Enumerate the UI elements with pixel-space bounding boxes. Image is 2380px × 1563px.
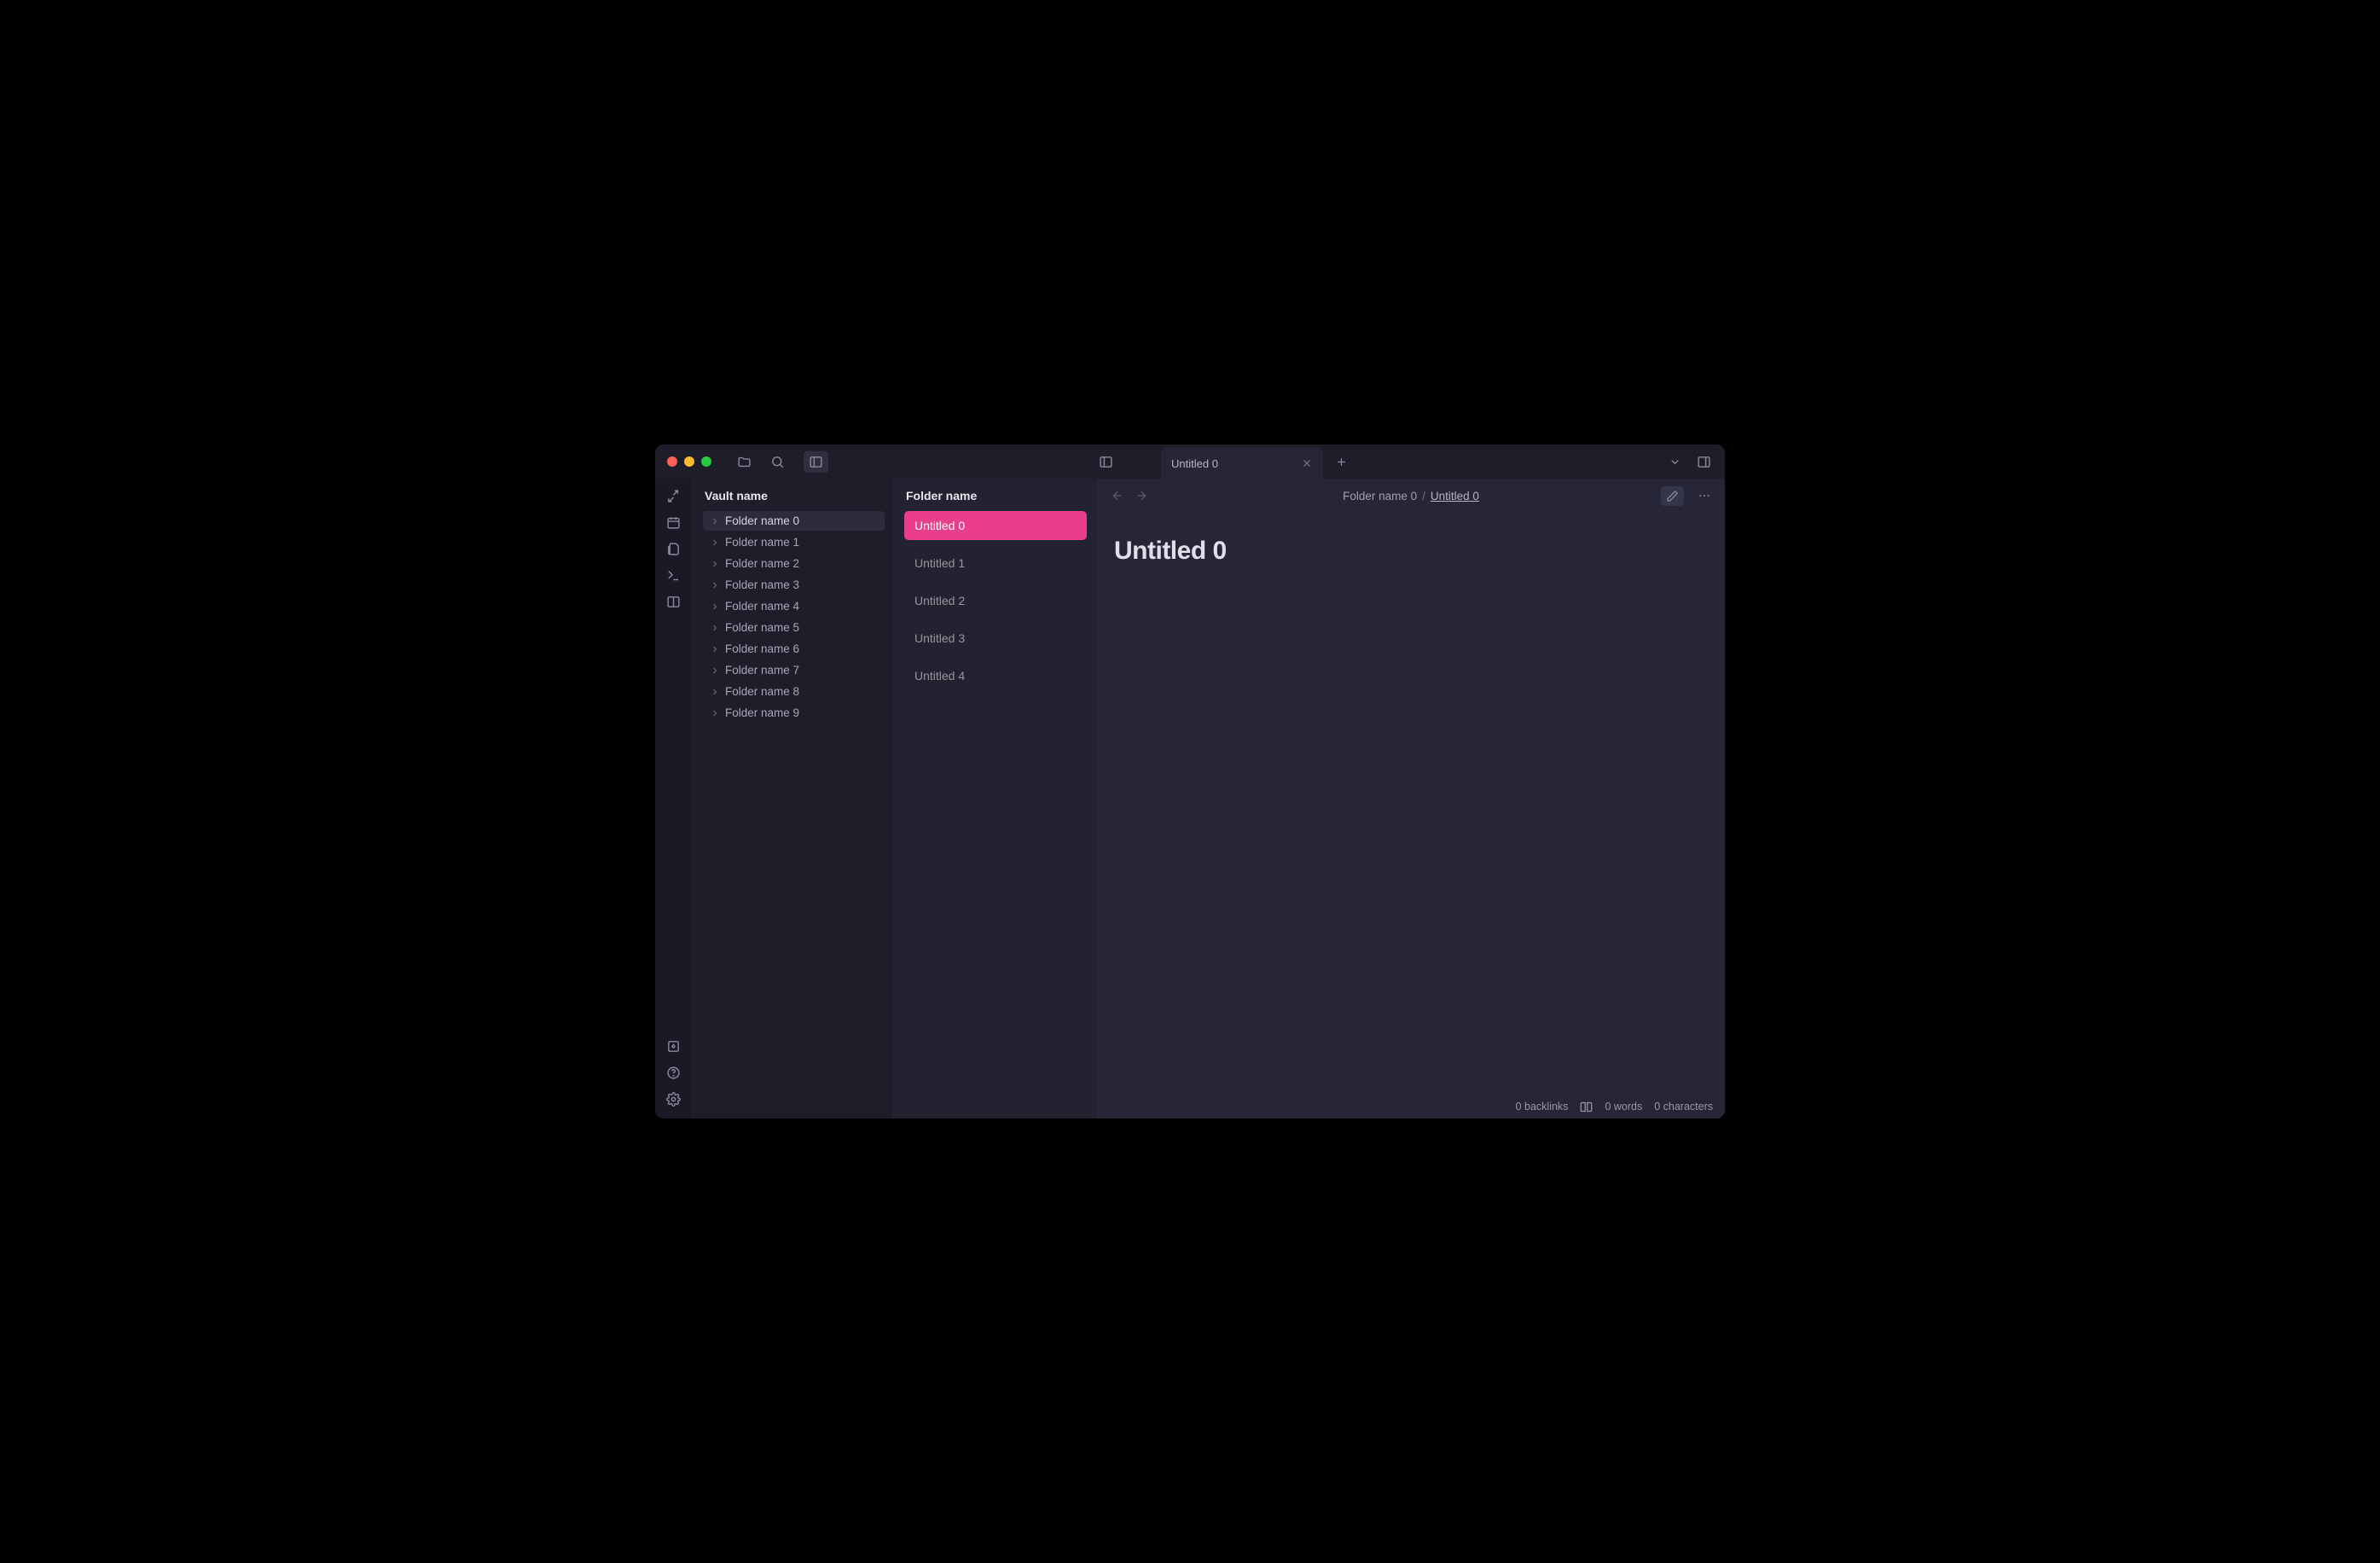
- chevron-right-icon: [710, 708, 720, 718]
- folder-item[interactable]: Folder name 5: [703, 618, 885, 637]
- app-window: Untitled 0: [655, 444, 1725, 1119]
- folder-item-label: Folder name 5: [725, 621, 799, 634]
- file-item[interactable]: Untitled 3: [904, 624, 1087, 653]
- folder-item-label: Folder name 6: [725, 642, 799, 655]
- close-icon[interactable]: [1301, 457, 1313, 469]
- chevron-right-icon: [710, 644, 720, 654]
- chevron-right-icon: [710, 516, 720, 526]
- chevron-right-icon: [710, 537, 720, 548]
- folder-item-label: Folder name 1: [725, 536, 799, 549]
- titlebar: Untitled 0: [655, 444, 1725, 479]
- new-tab-button[interactable]: [1335, 456, 1348, 468]
- chevron-right-icon: [710, 623, 720, 633]
- panel-left-icon[interactable]: [1099, 455, 1113, 469]
- folder-item[interactable]: Folder name 4: [703, 596, 885, 616]
- vault-title: Vault name: [703, 489, 885, 503]
- folder-sidebar: Folder name Untitled 0Untitled 1Untitled…: [894, 479, 1097, 1119]
- ribbon: [655, 479, 691, 1119]
- nav-back-icon[interactable]: [1111, 489, 1124, 503]
- status-characters[interactable]: 0 characters: [1654, 1101, 1713, 1113]
- files-icon[interactable]: [666, 542, 681, 556]
- window-maximize-button[interactable]: [701, 456, 711, 467]
- folder-open-icon[interactable]: [737, 455, 752, 469]
- right-sidebar-toggle-icon[interactable]: [1697, 455, 1711, 469]
- chevron-right-icon: [710, 687, 720, 697]
- file-item[interactable]: Untitled 2: [904, 586, 1087, 615]
- tab-active[interactable]: Untitled 0: [1161, 448, 1323, 479]
- tab-title: Untitled 0: [1171, 457, 1218, 470]
- edit-mode-button[interactable]: [1661, 486, 1684, 506]
- folder-title: Folder name: [904, 489, 1087, 503]
- status-bar: 0 backlinks 0 words 0 characters: [1097, 1095, 1725, 1119]
- note-title[interactable]: Untitled 0: [1114, 537, 1708, 566]
- folder-item[interactable]: Folder name 1: [703, 532, 885, 552]
- folder-item-label: Folder name 7: [725, 664, 799, 677]
- folder-item[interactable]: Folder name 2: [703, 554, 885, 573]
- window-minimize-button[interactable]: [684, 456, 694, 467]
- tab-bar: Untitled 0: [1099, 444, 1348, 479]
- help-icon[interactable]: [666, 1066, 681, 1080]
- chevron-right-icon: [710, 559, 720, 569]
- status-backlinks[interactable]: 0 backlinks: [1516, 1101, 1569, 1113]
- calendar-icon[interactable]: [666, 515, 681, 530]
- traffic-lights: [667, 456, 711, 467]
- quick-switcher-icon[interactable]: [666, 489, 681, 503]
- folder-item-label: Folder name 9: [725, 706, 799, 719]
- folder-item[interactable]: Folder name 0: [703, 511, 885, 531]
- folder-item[interactable]: Folder name 7: [703, 660, 885, 680]
- command-palette-icon[interactable]: [666, 568, 681, 583]
- app-body: Vault name Folder name 0Folder name 1Fol…: [655, 479, 1725, 1119]
- nav-forward-icon[interactable]: [1135, 489, 1148, 503]
- folder-item[interactable]: Folder name 9: [703, 703, 885, 723]
- folder-item[interactable]: Folder name 8: [703, 682, 885, 701]
- chevron-right-icon: [710, 601, 720, 612]
- left-sidebar-toggle-icon[interactable]: [804, 451, 828, 473]
- vault-sidebar: Vault name Folder name 0Folder name 1Fol…: [691, 479, 894, 1119]
- file-list: Untitled 0 Untitled 1 Untitled 2 Untitled 3…: [904, 511, 1087, 690]
- folder-item-label: Folder name 3: [725, 578, 799, 591]
- status-words[interactable]: 0 words: [1605, 1101, 1642, 1113]
- search-icon[interactable]: [770, 455, 785, 469]
- chevron-down-icon[interactable]: [1669, 456, 1681, 468]
- panel-icon[interactable]: [666, 595, 681, 609]
- folder-item-label: Folder name 2: [725, 557, 799, 570]
- editor-content[interactable]: Untitled 0: [1097, 513, 1725, 1095]
- folder-item-label: Folder name 8: [725, 685, 799, 698]
- more-options-icon[interactable]: [1698, 489, 1711, 503]
- folder-item[interactable]: Folder name 3: [703, 575, 885, 595]
- file-item[interactable]: Untitled 1: [904, 549, 1087, 578]
- vault-icon[interactable]: [666, 1039, 681, 1054]
- breadcrumb-current[interactable]: Untitled 0: [1431, 490, 1479, 503]
- main-pane: Folder name 0 / Untitled 0 Untitled 0 0: [1097, 479, 1725, 1119]
- window-close-button[interactable]: [667, 456, 677, 467]
- chevron-right-icon: [710, 665, 720, 676]
- folder-list: Folder name 0 Folder name 1 Folder name 2 F…: [703, 511, 885, 723]
- breadcrumb-parent[interactable]: Folder name 0: [1343, 490, 1417, 503]
- book-icon[interactable]: [1580, 1101, 1593, 1113]
- file-item[interactable]: Untitled 4: [904, 661, 1087, 690]
- editor-header: Folder name 0 / Untitled 0: [1097, 479, 1725, 513]
- breadcrumb[interactable]: Folder name 0 / Untitled 0: [1343, 490, 1479, 503]
- folder-item-label: Folder name 0: [725, 514, 799, 527]
- folder-item[interactable]: Folder name 6: [703, 639, 885, 659]
- settings-icon[interactable]: [666, 1092, 681, 1107]
- folder-item-label: Folder name 4: [725, 600, 799, 613]
- breadcrumb-separator: /: [1422, 490, 1425, 503]
- file-item[interactable]: Untitled 0: [904, 511, 1087, 540]
- chevron-right-icon: [710, 580, 720, 590]
